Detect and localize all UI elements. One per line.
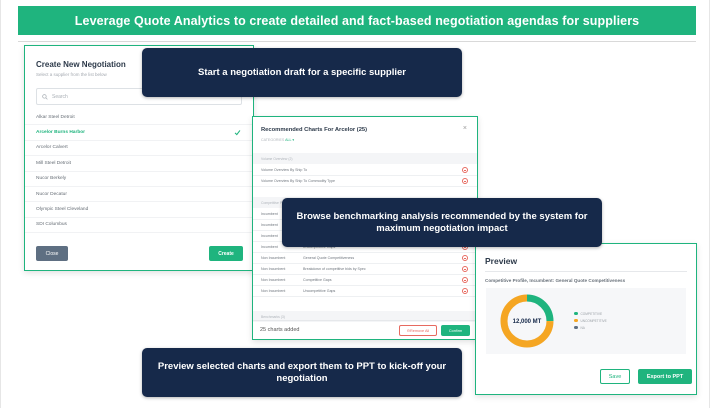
supplier-item[interactable]: Arcelor Burns Harbor bbox=[25, 125, 253, 141]
donut-svg: 12,000 MT bbox=[500, 294, 554, 348]
callout-preview-export: Preview selected charts and export them … bbox=[142, 348, 462, 397]
dialog-title: Recommended Charts For Arcelor (25) bbox=[261, 127, 368, 133]
chart-section-header: Volume Overview (2) bbox=[253, 153, 477, 164]
slide-frame: Leverage Quote Analytics to create detai… bbox=[0, 0, 710, 408]
callout-start-negotiation: Start a negotiation draft for a specific… bbox=[142, 48, 462, 97]
save-button[interactable]: Save bbox=[600, 369, 630, 384]
chevron-down-icon: ▾ bbox=[292, 138, 295, 142]
supplier-item[interactable]: Mill Steel Detroit bbox=[25, 156, 253, 172]
chart-row: Non Incumbent Breakdown of competitive bi… bbox=[253, 264, 477, 275]
supplier-item[interactable]: Arcelor Calvert bbox=[25, 141, 253, 157]
legend-item: UNCOMPETITIVE bbox=[574, 317, 607, 324]
filter-value: ALL bbox=[285, 138, 292, 142]
export-to-ppt-button[interactable]: Export to PPT bbox=[638, 369, 692, 384]
preview-subtitle: Competitive Profile, Incumbent: General … bbox=[485, 278, 626, 283]
legend-label: COMPETITIVE bbox=[580, 311, 603, 316]
remove-icon[interactable] bbox=[462, 167, 468, 173]
dialog-footer: 25 charts added ⊖ Remove All Confirm bbox=[253, 320, 477, 339]
remove-icon[interactable] bbox=[462, 277, 468, 283]
remove-all-label: Remove All bbox=[409, 328, 430, 333]
legend-label: NA bbox=[580, 325, 585, 330]
confirm-button[interactable]: Confirm bbox=[441, 325, 470, 336]
legend-item: NA bbox=[574, 324, 607, 331]
preview-title: Preview bbox=[485, 256, 518, 266]
supplier-item[interactable]: SDI Columbus bbox=[25, 218, 253, 234]
donut-center-value: 12,000 MT bbox=[513, 319, 542, 325]
donut-chart: 12,000 MT COMPETITIVE UNCOMPETITIVE NA bbox=[486, 288, 686, 354]
preview-panel: Preview Competitive Profile, Incumbent: … bbox=[475, 243, 697, 395]
create-button[interactable]: Create bbox=[209, 246, 243, 261]
charts-count: 25 charts added bbox=[260, 327, 300, 333]
legend-swatch bbox=[574, 318, 578, 323]
check-icon bbox=[234, 130, 241, 136]
supplier-item[interactable]: Nucor Decatur bbox=[25, 187, 253, 203]
legend-swatch bbox=[574, 311, 578, 316]
search-icon bbox=[42, 93, 48, 100]
remove-all-button[interactable]: ⊖ Remove All bbox=[399, 325, 437, 336]
chart-row: Non Incumbent Uncompetitive Gaps bbox=[253, 286, 477, 297]
dialog-title: Create New Negotiation bbox=[36, 60, 126, 69]
supplier-item[interactable]: Nucor Berkely bbox=[25, 172, 253, 187]
supplier-item[interactable]: Alkar Steel Detroit bbox=[25, 110, 253, 126]
remove-icon[interactable] bbox=[462, 266, 468, 272]
supplier-item[interactable]: Olympic Steel Cleveland bbox=[25, 202, 253, 218]
search-placeholder: Search bbox=[52, 93, 68, 100]
category-filter[interactable]: CATEGORIES ALL ▾ bbox=[261, 138, 294, 142]
divider bbox=[18, 41, 696, 42]
close-icon[interactable]: × bbox=[463, 125, 467, 132]
chart-row: Volume Overview By Ship To Commodity Typ… bbox=[253, 176, 477, 187]
legend-item: COMPETITIVE bbox=[574, 310, 607, 317]
legend-swatch bbox=[574, 325, 578, 330]
legend-label: UNCOMPETITIVE bbox=[580, 318, 607, 323]
chart-row: Volume Overview By Ship To bbox=[253, 165, 477, 176]
divider bbox=[485, 271, 687, 272]
supplier-list: Alkar Steel Detroit Arcelor Burns Harbor A… bbox=[25, 110, 253, 234]
dialog-subtitle: Select a supplier from the list below bbox=[36, 72, 107, 77]
remove-icon[interactable] bbox=[462, 255, 468, 261]
filter-label: CATEGORIES bbox=[261, 138, 285, 142]
headline-banner: Leverage Quote Analytics to create detai… bbox=[18, 6, 696, 35]
chart-row: Non Incumbent Competitive Gaps bbox=[253, 275, 477, 286]
callout-browse-benchmarks: Browse benchmarking analysis recommended… bbox=[282, 198, 602, 247]
remove-icon[interactable] bbox=[462, 178, 468, 184]
remove-icon[interactable] bbox=[462, 288, 468, 294]
chart-legend: COMPETITIVE UNCOMPETITIVE NA bbox=[574, 310, 607, 331]
chart-row: Non Incumbent General Quote Competitivene… bbox=[253, 253, 477, 264]
close-button[interactable]: Close bbox=[36, 246, 68, 261]
